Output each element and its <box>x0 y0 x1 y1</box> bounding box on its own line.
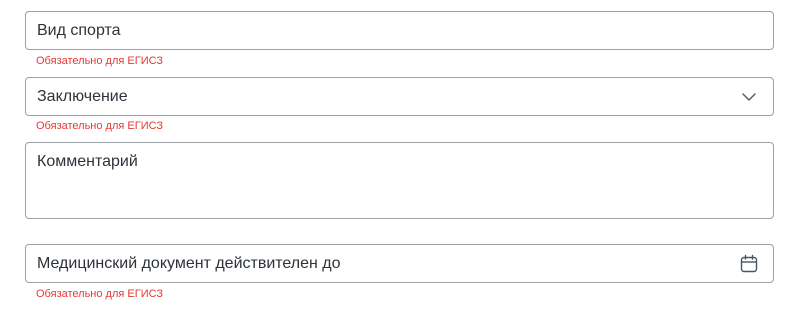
calendar-icon[interactable] <box>738 253 760 275</box>
sport-required-hint: Обязательно для ЕГИСЗ <box>36 55 164 67</box>
valid-until-required-hint: Обязательно для ЕГИСЗ <box>36 288 164 300</box>
conclusion-required-hint: Обязательно для ЕГИСЗ <box>36 120 164 132</box>
conclusion-select[interactable]: Заключение <box>25 77 774 116</box>
valid-until-placeholder: Медицинский документ действителен до <box>37 254 341 272</box>
medical-form: Вид спорта Обязательно для ЕГИСЗ Заключе… <box>0 0 800 311</box>
valid-until-date-input[interactable]: Медицинский документ действителен до <box>25 244 774 283</box>
comment-textarea-placeholder: Комментарий <box>37 153 138 170</box>
sport-input-placeholder: Вид спорта <box>37 21 121 39</box>
conclusion-select-placeholder: Заключение <box>37 87 128 105</box>
comment-textarea[interactable]: Комментарий <box>25 142 774 219</box>
sport-input[interactable]: Вид спорта <box>25 11 774 50</box>
chevron-down-icon[interactable] <box>738 86 760 108</box>
